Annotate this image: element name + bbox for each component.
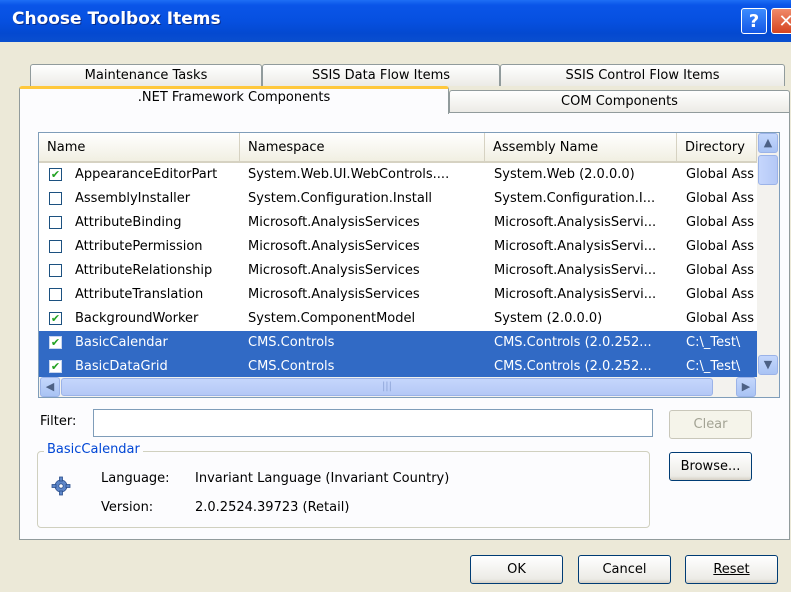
table-row[interactable]: AttributeBinding Microsoft.AnalysisServic… xyxy=(39,211,757,235)
directory-cell: Global Ass xyxy=(686,287,755,302)
directory-cell: Global Ass xyxy=(686,167,755,182)
reset-button[interactable]: Reset xyxy=(685,555,778,584)
row-checkbox[interactable]: ✔ xyxy=(49,360,62,373)
component-details-group xyxy=(37,451,650,528)
tab-maintenance-tasks[interactable]: Maintenance Tasks xyxy=(30,64,262,86)
clear-button[interactable]: Clear xyxy=(669,410,752,439)
row-checkbox[interactable] xyxy=(49,288,62,301)
horizontal-scroll-thumb[interactable]: ||| xyxy=(61,378,713,396)
name-cell: BasicCalendar xyxy=(75,335,168,350)
tab-com-components[interactable]: COM Components xyxy=(449,90,790,112)
scroll-right-button[interactable]: ▶ xyxy=(736,377,756,397)
component-details-title: BasicCalendar xyxy=(44,442,143,457)
version-value: 2.0.2524.39723 (Retail) xyxy=(195,500,350,515)
directory-cell: Global Ass xyxy=(686,215,755,230)
column-header-name[interactable]: Name xyxy=(39,133,240,163)
filter-label: Filter: xyxy=(40,414,77,429)
table-row[interactable]: AttributeRelationship Microsoft.AnalysisS… xyxy=(39,259,757,283)
name-cell: AttributeRelationship xyxy=(75,263,213,278)
title-bar[interactable]: Choose Toolbox Items ? ✕ xyxy=(0,0,791,42)
table-row[interactable]: AttributePermission Microsoft.AnalysisSer… xyxy=(39,235,757,259)
namespace-cell: CMS.Controls xyxy=(248,359,335,374)
table-row[interactable]: ✔ AppearanceEditorPart System.Web.UI.WebCo… xyxy=(39,163,757,187)
directory-cell: C:\_Test\ xyxy=(686,359,741,374)
directory-cell: Global Ass xyxy=(686,191,755,206)
name-cell: BasicDataGrid xyxy=(75,359,168,374)
cancel-button[interactable]: Cancel xyxy=(578,555,671,584)
row-checkbox[interactable] xyxy=(49,216,62,229)
assembly-name-cell: Microsoft.AnalysisServi... xyxy=(494,263,657,278)
language-label: Language: xyxy=(101,471,170,486)
assembly-name-cell: Microsoft.AnalysisServi... xyxy=(494,287,657,302)
namespace-cell: Microsoft.AnalysisServices xyxy=(248,287,420,302)
vertical-scroll-thumb[interactable] xyxy=(758,155,778,185)
table-row[interactable]: ✔ BackgroundWorker System.ComponentModel Sy… xyxy=(39,307,757,331)
directory-cell: Global Ass xyxy=(686,239,755,254)
language-value: Invariant Language (Invariant Country) xyxy=(195,471,450,486)
table-row[interactable]: ✔ BasicDataGrid CMS.Controls CMS.Controls (… xyxy=(39,355,757,379)
assembly-name-cell: System.Configuration.I... xyxy=(494,191,656,206)
name-cell: AttributeBinding xyxy=(75,215,182,230)
namespace-cell: Microsoft.AnalysisServices xyxy=(248,215,420,230)
choose-toolbox-items-dialog: Choose Toolbox Items ? ✕ Maintenance Tas… xyxy=(0,0,791,592)
window-title: Choose Toolbox Items xyxy=(12,9,221,29)
browse-button[interactable]: Browse... xyxy=(669,452,752,481)
assembly-name-cell: Microsoft.AnalysisServi... xyxy=(494,239,657,254)
row-checkbox[interactable] xyxy=(49,240,62,253)
horizontal-scrollbar[interactable]: ◀ ||| ▶ xyxy=(39,377,779,397)
column-header-directory[interactable]: Directory xyxy=(677,133,757,163)
table-row[interactable]: ✔ BasicCalendar CMS.Controls CMS.Controls (… xyxy=(39,331,757,355)
tab-net-framework-components[interactable]: .NET Framework Components xyxy=(19,86,449,114)
assembly-name-cell: CMS.Controls (2.0.252... xyxy=(494,335,652,350)
name-cell: AssemblyInstaller xyxy=(75,191,191,206)
name-cell: AttributePermission xyxy=(75,239,203,254)
scroll-up-button[interactable]: ▲ xyxy=(758,133,778,153)
assembly-name-cell: System.Web (2.0.0.0) xyxy=(494,167,635,182)
table-row[interactable]: AssemblyInstaller System.Configuration.In… xyxy=(39,187,757,211)
row-checkbox[interactable] xyxy=(49,264,62,277)
column-header-assembly-name[interactable]: Assembly Name xyxy=(485,133,677,163)
components-list[interactable]: Name Namespace Assembly Name Directory ✔… xyxy=(38,132,780,398)
row-checkbox[interactable] xyxy=(49,192,62,205)
assembly-name-cell: System (2.0.0.0) xyxy=(494,311,603,326)
vertical-scrollbar[interactable]: ▲ ▼ xyxy=(757,133,779,377)
row-checkbox[interactable]: ✔ xyxy=(49,168,62,181)
namespace-cell: System.ComponentModel xyxy=(248,311,416,326)
directory-cell: Global Ass xyxy=(686,311,755,326)
name-cell: BackgroundWorker xyxy=(75,311,199,326)
version-label: Version: xyxy=(101,500,154,515)
tab-ssis-control-flow-items[interactable]: SSIS Control Flow Items xyxy=(500,64,785,86)
list-rows: ✔ AppearanceEditorPart System.Web.UI.WebCo… xyxy=(39,163,757,379)
filter-input[interactable] xyxy=(93,409,653,437)
scroll-left-button[interactable]: ◀ xyxy=(40,377,60,397)
row-checkbox[interactable]: ✔ xyxy=(49,312,62,325)
ok-button[interactable]: OK xyxy=(470,555,563,584)
namespace-cell: CMS.Controls xyxy=(248,335,335,350)
assembly-name-cell: Microsoft.AnalysisServi... xyxy=(494,215,657,230)
column-header-namespace[interactable]: Namespace xyxy=(240,133,485,163)
namespace-cell: System.Web.UI.WebControls.... xyxy=(248,167,450,182)
name-cell: AttributeTranslation xyxy=(75,287,204,302)
help-button[interactable]: ? xyxy=(741,8,767,34)
name-cell: AppearanceEditorPart xyxy=(75,167,218,182)
namespace-cell: Microsoft.AnalysisServices xyxy=(248,239,420,254)
assembly-name-cell: CMS.Controls (2.0.252... xyxy=(494,359,652,374)
table-row[interactable]: AttributeTranslation Microsoft.AnalysisSe… xyxy=(39,283,757,307)
scroll-down-button[interactable]: ▼ xyxy=(758,355,778,375)
tab-ssis-data-flow-items[interactable]: SSIS Data Flow Items xyxy=(262,64,500,86)
gear-icon xyxy=(51,476,71,496)
namespace-cell: Microsoft.AnalysisServices xyxy=(248,263,420,278)
row-checkbox[interactable]: ✔ xyxy=(49,336,62,349)
directory-cell: Global Ass xyxy=(686,263,755,278)
close-button[interactable]: ✕ xyxy=(771,8,791,34)
directory-cell: C:\_Test\ xyxy=(686,335,741,350)
namespace-cell: System.Configuration.Install xyxy=(248,191,433,206)
